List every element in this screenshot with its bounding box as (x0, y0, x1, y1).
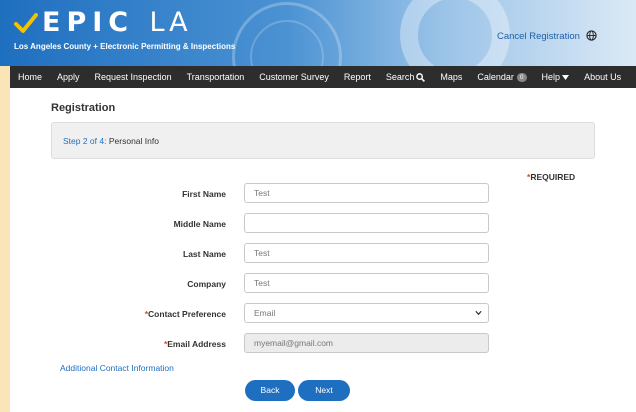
header-banner: EPIC LA Los Angeles County + Electronic … (0, 0, 636, 66)
caret-down-icon (562, 74, 570, 80)
required-note: *REQUIRED (527, 172, 576, 182)
nav-calendar[interactable]: Calendar 0 (469, 72, 533, 82)
check-swoosh-watermark (400, 0, 510, 66)
nav-report[interactable]: Report (336, 72, 378, 82)
step-count: Step 2 of 4: (63, 136, 107, 146)
logo[interactable]: EPIC LA (42, 8, 192, 38)
next-button[interactable]: Next (298, 380, 350, 401)
main-nav: Home Apply Request Inspection Transporta… (10, 66, 636, 88)
page-title: Registration (51, 102, 116, 114)
nav-request-inspection[interactable]: Request Inspection (87, 72, 179, 82)
first-name-input[interactable]: Test (244, 183, 489, 203)
email-address-input[interactable]: myemail@gmail.com (244, 333, 489, 353)
step-text: Step 2 of 4: Personal Info (63, 136, 159, 146)
calendar-count-badge: 0 (516, 72, 527, 82)
back-button[interactable]: Back (245, 380, 295, 401)
step-name: Personal Info (108, 136, 159, 146)
company-label: Company (187, 279, 226, 289)
nav-apply[interactable]: Apply (49, 72, 87, 82)
chevron-down-icon (475, 310, 482, 316)
nav-transportation[interactable]: Transportation (179, 72, 252, 82)
nav-help[interactable]: Help (534, 72, 577, 82)
company-input[interactable]: Test (244, 273, 489, 293)
main-content: Registration Step 2 of 4: Personal Info … (10, 88, 636, 412)
logo-epic: EPIC (42, 7, 135, 38)
last-name-input[interactable]: Test (244, 243, 489, 263)
logo-la: LA (149, 7, 192, 38)
contact-preference-label: *Contact Preference (144, 309, 226, 319)
nav-maps[interactable]: Maps (432, 72, 469, 82)
logo-subtitle: Los Angeles County + Electronic Permitti… (14, 42, 236, 51)
logo-check-icon (14, 13, 38, 33)
email-address-label: *Email Address (163, 339, 226, 349)
nav-search[interactable]: Search (378, 72, 433, 82)
nav-about-us[interactable]: About Us (576, 72, 628, 82)
first-name-label: First Name (182, 189, 226, 199)
additional-contact-link[interactable]: Additional Contact Information (60, 363, 174, 373)
nav-home[interactable]: Home (10, 72, 49, 82)
nav-customer-survey[interactable]: Customer Survey (251, 72, 336, 82)
middle-name-label: Middle Name (173, 219, 226, 229)
contact-preference-select[interactable]: Email (244, 303, 489, 323)
search-icon (416, 72, 426, 82)
last-name-label: Last Name (183, 249, 226, 259)
contact-preference-value: Email (254, 308, 276, 318)
step-indicator: Step 2 of 4: Personal Info (51, 122, 595, 159)
globe-icon[interactable] (586, 30, 597, 41)
middle-name-input[interactable] (244, 213, 489, 233)
cancel-registration-link[interactable]: Cancel Registration (497, 31, 580, 42)
